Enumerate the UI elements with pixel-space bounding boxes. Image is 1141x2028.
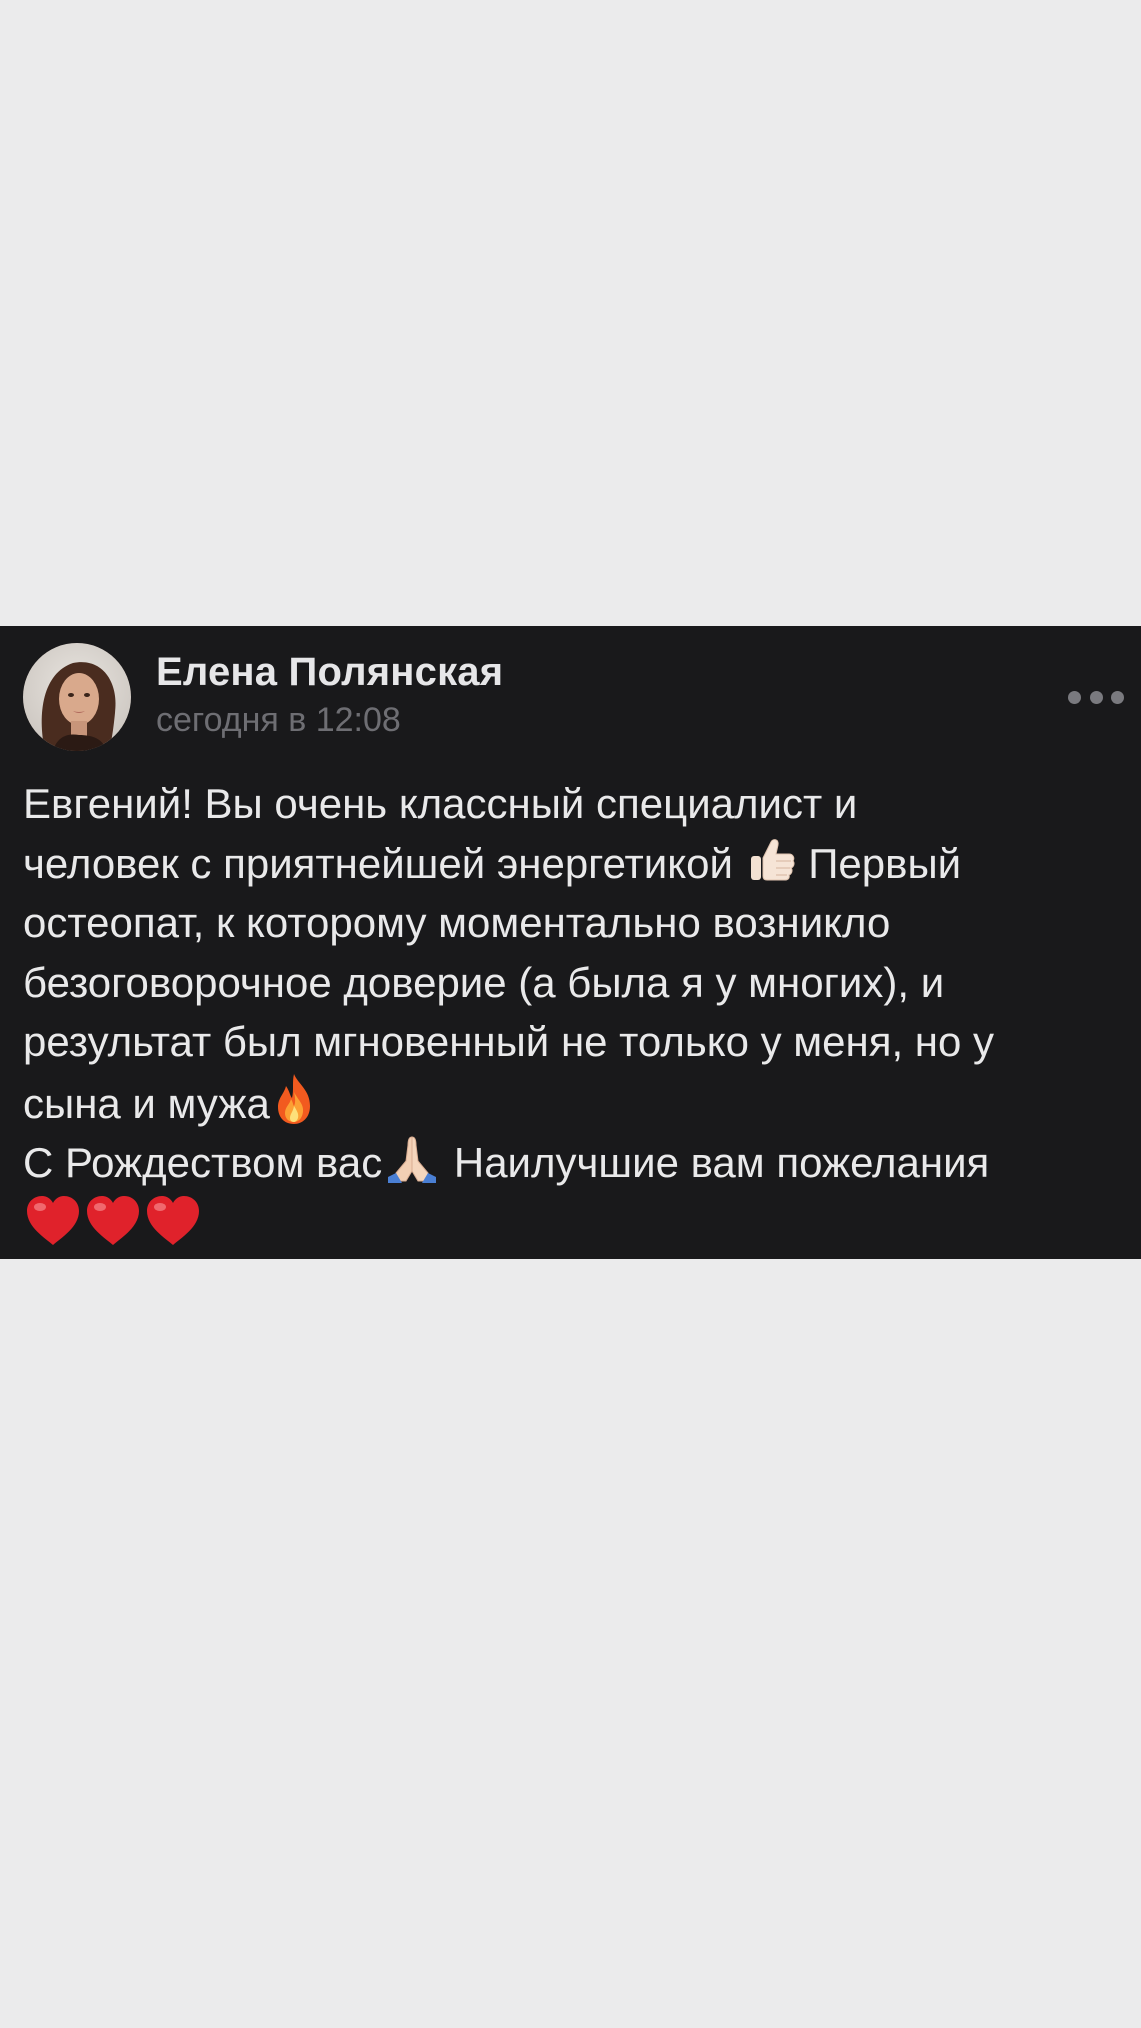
more-horizontal-icon (1089, 690, 1103, 704)
post-text-segment: Евгений! Вы очень классный специалист и … (23, 780, 858, 887)
red-heart-icon (143, 1193, 203, 1249)
post-timestamp: сегодня в 12:08 (156, 701, 401, 739)
avatar-photo (23, 643, 131, 751)
post-text-segment: Наилучшие вам пожелания (453, 1139, 990, 1186)
post-card: Елена Полянская сегодня в 12:08 Евгений!… (0, 626, 1141, 1259)
avatar[interactable] (23, 643, 131, 751)
fire-icon (270, 1072, 318, 1126)
post-text-segment: С Рождеством вас (23, 1139, 383, 1186)
red-heart-icon (23, 1193, 83, 1249)
author-name[interactable]: Елена Полянская (156, 650, 503, 695)
post-body-text: Евгений! Вы очень классный специалист и … (23, 774, 1123, 1256)
hearts-row (23, 1193, 203, 1257)
more-horizontal-icon (1068, 690, 1081, 704)
more-horizontal-icon (1111, 690, 1124, 704)
thumbs-up-icon (745, 834, 797, 886)
more-options-button[interactable] (1068, 686, 1124, 708)
screen: Елена Полянская сегодня в 12:08 Евгений!… (0, 0, 1141, 2028)
red-heart-icon (83, 1193, 143, 1249)
praying-hands-icon (382, 1133, 442, 1185)
